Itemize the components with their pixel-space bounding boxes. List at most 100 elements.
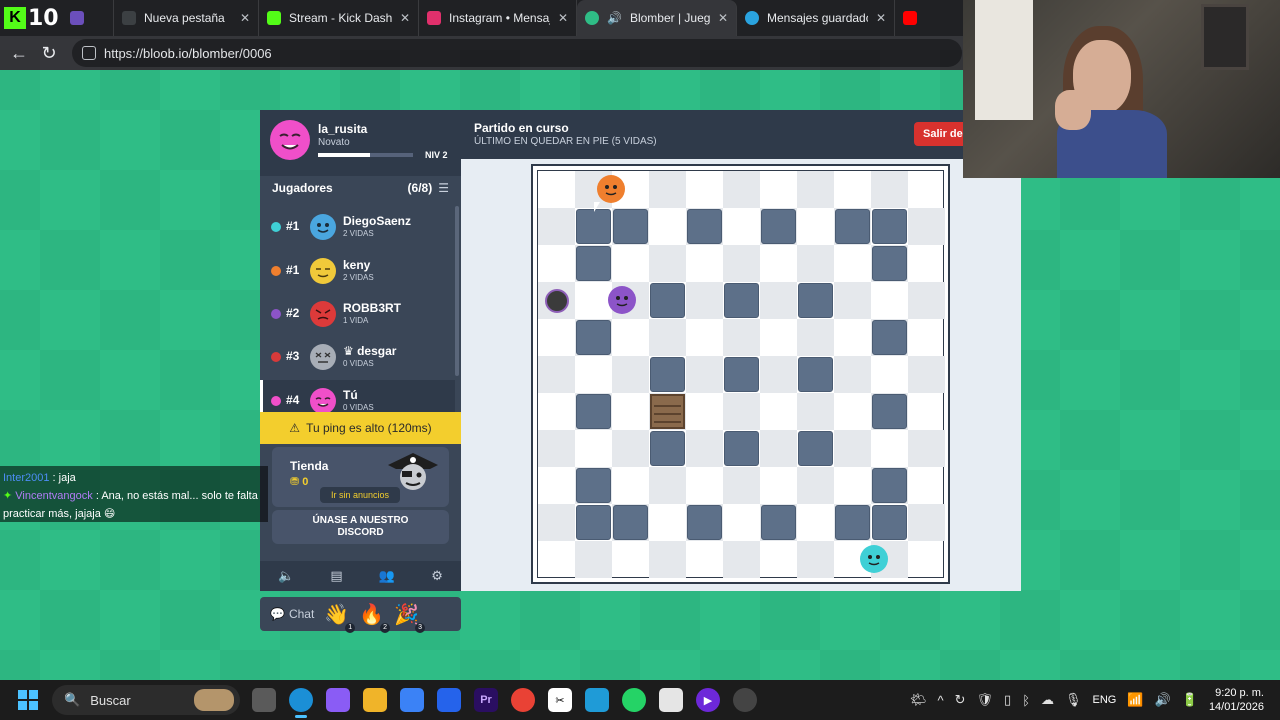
store-icon[interactable] (400, 688, 424, 712)
match-mode: ÚLTIMO EN QUEDAR EN PIE (5 VIDAS) (474, 136, 657, 147)
player-row[interactable]: #1 keny 2 VIDAS (260, 250, 455, 292)
players-scrollbar[interactable] (455, 206, 459, 376)
wall-block (613, 209, 648, 244)
copilot-icon[interactable] (326, 688, 350, 712)
notepad-icon[interactable] (659, 688, 683, 712)
tab-youtube[interactable]: T (895, 0, 925, 36)
wall-block (576, 246, 611, 281)
board-cell (723, 171, 760, 208)
shield-icon[interactable]: 🛡 (977, 692, 994, 708)
player-avatar (310, 214, 336, 240)
site-info-icon[interactable] (82, 46, 96, 60)
background-tile (640, 590, 700, 650)
players-count: (6/8) (407, 181, 433, 195)
filter-icon[interactable]: ☰ (438, 181, 449, 195)
close-icon[interactable]: ✕ (558, 11, 568, 25)
clock[interactable]: 9:20 p. m. 14/01/2026 (1209, 686, 1264, 714)
speaker-icon[interactable]: 🔊 (607, 11, 622, 25)
tab-blomber[interactable]: 🔊 Blomber | Juega Gr ✕ (577, 0, 737, 36)
tab-twitch[interactable] (62, 0, 114, 36)
board-cell (649, 171, 686, 208)
board-cell (834, 430, 871, 467)
wall-block (798, 283, 833, 318)
rules-icon[interactable]: ▤ (330, 568, 342, 584)
tab-new-tab[interactable]: Nueva pestaña ✕ (114, 0, 259, 36)
background-tile (40, 230, 100, 290)
tab-instagram[interactable]: Instagram • Mensajes ✕ (419, 0, 577, 36)
wall-block (835, 505, 870, 540)
taskbar-search[interactable]: 🔍 Buscar (52, 685, 240, 715)
obs-icon[interactable] (733, 688, 757, 712)
player-name: ROBB3RT (343, 301, 402, 315)
language-indicator[interactable]: ENG (1093, 694, 1117, 706)
player-row[interactable]: #3 ♛ desgar 0 VIDAS (260, 336, 455, 378)
board-cell (612, 356, 649, 393)
volume-icon[interactable]: 🔈 (278, 568, 294, 584)
wave-emoji-button[interactable]: 👋 1 (324, 602, 356, 633)
no-ads-button[interactable]: Ir sin anuncios (320, 487, 400, 503)
board-cell (723, 245, 760, 282)
close-icon[interactable]: ✕ (876, 11, 886, 25)
premiere-icon[interactable]: Pr (474, 688, 498, 712)
file-explorer-icon[interactable] (363, 688, 387, 712)
player-row[interactable]: #2 ROBB3RT 1 VIDA (260, 293, 455, 335)
chat-username: Vincentvangock (15, 490, 93, 502)
wall-block (650, 357, 685, 392)
whatsapp-icon[interactable] (622, 688, 646, 712)
close-icon[interactable]: ✕ (400, 11, 410, 25)
wall-block (761, 505, 796, 540)
chat-message: Inter2001 : jaja (3, 469, 265, 487)
usb-icon[interactable]: ▯ (1004, 692, 1011, 708)
tab-telegram[interactable]: Mensajes guardados ✕ (737, 0, 895, 36)
wall-block (650, 431, 685, 466)
background-tile (460, 50, 520, 110)
snipping-icon[interactable] (585, 688, 609, 712)
cloud-icon[interactable]: ☁ (1041, 692, 1054, 708)
close-icon[interactable]: ✕ (240, 11, 250, 25)
background-tile (820, 50, 880, 110)
discord-label: ÚNASE A NUESTRO DISCORD (312, 515, 409, 538)
poster-image (975, 0, 1033, 120)
battery-icon[interactable]: 🔋 (1182, 692, 1198, 708)
kick-overlay-logo: K 10 (0, 0, 62, 36)
close-icon[interactable]: ✕ (718, 11, 728, 25)
windows-start-icon[interactable] (18, 690, 38, 710)
outlook-icon[interactable] (437, 688, 461, 712)
chat-button[interactable]: 💬 Chat (270, 607, 314, 621)
mouse-cursor (594, 202, 600, 212)
game-board[interactable] (531, 164, 950, 584)
sync-icon[interactable]: ↻ (955, 692, 966, 708)
players-icon[interactable]: 👥 (379, 568, 395, 584)
background-tile (1180, 170, 1240, 230)
tab-kick-dashboard[interactable]: Stream - Kick Dashboar ✕ (259, 0, 419, 36)
player-row[interactable]: #1 DiegoSaenz 2 VIDAS (260, 206, 455, 248)
shop-card[interactable]: Tienda ⛃ 0 Ir sin anuncios (272, 447, 449, 507)
instagram-icon (427, 11, 441, 25)
player-lives: 1 VIDA (343, 316, 369, 325)
edge-icon[interactable] (289, 688, 313, 718)
chevron-up-icon[interactable]: ^ (938, 693, 944, 708)
wall-block (687, 209, 722, 244)
board-cell (723, 393, 760, 430)
player-row-me[interactable]: #4 Tú 0 VIDAS (260, 380, 455, 414)
player-lives: 0 VIDAS (343, 403, 374, 412)
volume-icon[interactable]: 🔊 (1155, 692, 1171, 708)
player-avatar (310, 344, 336, 370)
player-avatar (310, 258, 336, 284)
player-lives: 2 VIDAS (343, 273, 374, 282)
chat-message: ✦ Vincentvangock : Ana, no estás mal... … (3, 487, 265, 523)
chrome-icon[interactable] (511, 688, 535, 712)
fire-emoji-button[interactable]: 🔥 2 (359, 602, 391, 633)
settings-gear-icon[interactable]: ⚙ (431, 568, 443, 584)
bluetooth-icon[interactable]: ᛒ (1022, 693, 1030, 708)
weather-icon[interactable]: 🌤 (910, 692, 927, 708)
task-view-icon[interactable] (252, 688, 276, 712)
microphone-icon[interactable]: 🎙 (1065, 692, 1082, 708)
wifi-icon[interactable]: 📶 (1127, 692, 1143, 708)
media-player-icon[interactable]: ▶ (696, 688, 720, 712)
tab-title: Mensajes guardados (767, 11, 868, 25)
capcut-icon[interactable]: ✂ (548, 688, 572, 712)
discord-button[interactable]: ÚNASE A NUESTRO DISCORD (272, 510, 449, 544)
party-emoji-button[interactable]: 🎉 3 (394, 602, 426, 633)
wall-block (872, 505, 907, 540)
